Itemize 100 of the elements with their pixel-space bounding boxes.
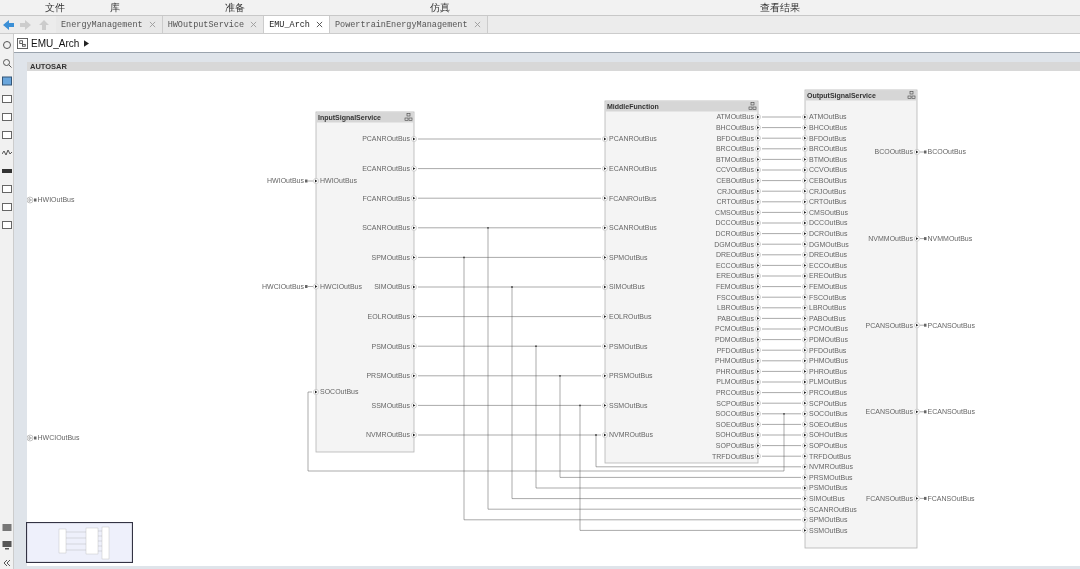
- ribbon-section-label[interactable]: 仿真: [430, 1, 450, 14]
- caret-icon[interactable]: [84, 39, 90, 47]
- ribbon-section-label[interactable]: 库: [110, 1, 120, 14]
- input-port-icon[interactable]: [802, 495, 808, 502]
- input-port-icon[interactable]: [802, 198, 808, 205]
- output-port-icon[interactable]: [914, 235, 920, 242]
- output-port-icon[interactable]: [755, 421, 761, 428]
- output-port-icon[interactable]: [755, 135, 761, 142]
- input-port-icon[interactable]: [313, 178, 319, 184]
- input-port-icon[interactable]: [802, 442, 808, 449]
- ribbon-section-label[interactable]: 文件: [45, 1, 65, 14]
- output-port-icon[interactable]: [755, 326, 761, 332]
- input-port-icon[interactable]: [802, 474, 808, 481]
- output-port-icon[interactable]: [755, 389, 761, 396]
- input-port-icon[interactable]: [802, 326, 808, 332]
- image-icon[interactable]: [1, 202, 12, 212]
- fit-view-icon[interactable]: [1, 76, 12, 86]
- tab[interactable]: EnergyManagement: [56, 16, 163, 33]
- input-port-icon[interactable]: [802, 485, 808, 491]
- input-port-icon[interactable]: [802, 357, 808, 364]
- input-port-icon[interactable]: [602, 432, 608, 438]
- box-icon[interactable]: [1, 94, 12, 104]
- hierarchy-icon[interactable]: [907, 91, 916, 99]
- tab[interactable]: EMU_Arch: [264, 16, 330, 33]
- input-port-icon[interactable]: [802, 304, 808, 311]
- input-port-icon[interactable]: [602, 402, 608, 409]
- output-port-icon[interactable]: [914, 408, 920, 415]
- output-port-icon[interactable]: [755, 156, 761, 163]
- input-port-icon[interactable]: [602, 136, 608, 142]
- input-port-icon[interactable]: [802, 124, 808, 131]
- hierarchy-icon[interactable]: [748, 102, 757, 110]
- output-port-icon[interactable]: [411, 254, 417, 261]
- folder-icon[interactable]: [1, 522, 12, 532]
- output-port-icon[interactable]: [755, 188, 761, 195]
- output-port-icon[interactable]: [755, 167, 761, 173]
- screen-icon[interactable]: [1, 540, 12, 550]
- input-port-icon[interactable]: [602, 372, 608, 379]
- bar-icon[interactable]: [1, 166, 12, 176]
- output-port-icon[interactable]: [755, 124, 761, 131]
- input-port-icon[interactable]: [802, 410, 808, 417]
- output-port-icon[interactable]: [755, 347, 761, 354]
- output-port-icon[interactable]: [755, 453, 761, 460]
- input-port-icon[interactable]: [802, 251, 808, 258]
- output-port-icon[interactable]: [755, 336, 761, 343]
- input-port-icon[interactable]: [802, 241, 808, 248]
- output-port-icon[interactable]: [411, 195, 417, 202]
- input-port-icon[interactable]: [802, 177, 808, 184]
- zoom-icon[interactable]: [1, 58, 12, 68]
- ribbon-section-label[interactable]: 查看结果: [760, 1, 800, 14]
- input-port-icon[interactable]: [802, 432, 808, 438]
- input-port-icon[interactable]: [602, 254, 608, 261]
- output-port-icon[interactable]: [755, 241, 761, 248]
- input-port-icon[interactable]: [802, 188, 808, 195]
- outport-icon[interactable]: [919, 410, 927, 414]
- output-port-icon[interactable]: [755, 114, 761, 120]
- inport-icon[interactable]: [27, 434, 37, 442]
- output-port-icon[interactable]: [914, 149, 920, 155]
- input-port-icon[interactable]: [802, 167, 808, 173]
- input-port-icon[interactable]: [802, 145, 808, 152]
- output-port-icon[interactable]: [755, 304, 761, 311]
- tab[interactable]: PowertrainEnergyManagement: [329, 16, 488, 33]
- input-port-icon[interactable]: [602, 195, 608, 202]
- collapse-icon[interactable]: [1, 558, 12, 568]
- input-port-icon[interactable]: [313, 389, 319, 395]
- output-port-icon[interactable]: [411, 165, 417, 172]
- outport-icon[interactable]: [919, 496, 927, 500]
- breadcrumb-link[interactable]: EMU_Arch: [31, 37, 80, 49]
- output-port-icon[interactable]: [411, 224, 417, 231]
- input-port-icon[interactable]: [802, 453, 808, 460]
- image-icon[interactable]: [1, 130, 12, 140]
- output-port-icon[interactable]: [755, 432, 761, 438]
- input-port-icon[interactable]: [802, 463, 808, 470]
- output-port-icon[interactable]: [755, 230, 761, 237]
- input-port-icon[interactable]: [313, 283, 319, 290]
- input-port-icon[interactable]: [802, 368, 808, 375]
- input-port-icon[interactable]: [802, 156, 808, 163]
- navigation-icon[interactable]: [2, 18, 52, 32]
- output-port-icon[interactable]: [411, 136, 417, 142]
- output-port-icon[interactable]: [755, 283, 761, 290]
- output-port-icon[interactable]: [755, 220, 761, 226]
- output-port-icon[interactable]: [755, 177, 761, 184]
- input-port-icon[interactable]: [802, 315, 808, 322]
- output-port-icon[interactable]: [755, 294, 761, 301]
- rectangle-icon[interactable]: [1, 112, 12, 122]
- input-port-icon[interactable]: [802, 114, 808, 120]
- output-port-icon[interactable]: [755, 442, 761, 449]
- input-port-icon[interactable]: [602, 284, 608, 290]
- output-port-icon[interactable]: [411, 372, 417, 379]
- input-port-icon[interactable]: [802, 336, 808, 343]
- output-port-icon[interactable]: [411, 313, 417, 320]
- input-port-icon[interactable]: [802, 294, 808, 301]
- output-port-icon[interactable]: [755, 262, 761, 269]
- output-port-icon[interactable]: [755, 410, 761, 417]
- input-port-icon[interactable]: [802, 527, 808, 534]
- output-port-icon[interactable]: [411, 284, 417, 290]
- output-port-icon[interactable]: [755, 315, 761, 322]
- output-port-icon[interactable]: [755, 400, 761, 407]
- input-port-icon[interactable]: [602, 313, 608, 320]
- outport-icon[interactable]: [919, 237, 927, 241]
- output-port-icon[interactable]: [755, 379, 761, 385]
